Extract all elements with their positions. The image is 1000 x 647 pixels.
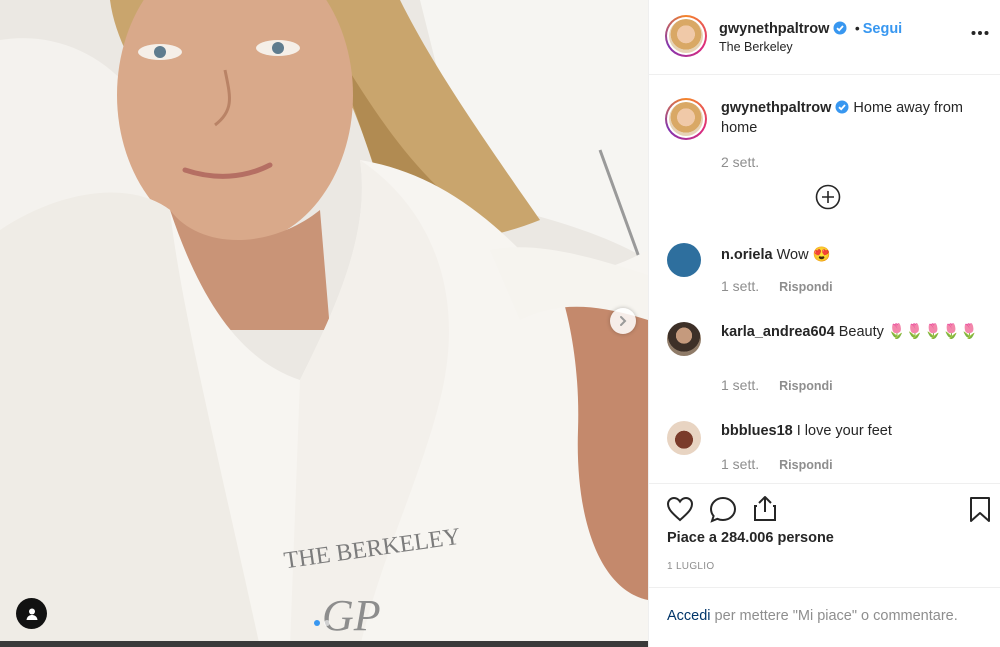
comment-avatar[interactable]	[667, 421, 701, 455]
header-separator: •	[854, 20, 860, 36]
login-prompt-text: per mettere "Mi piace" o commentare.	[710, 608, 958, 624]
comment-meta: 1 sett. Rispondi	[721, 377, 833, 393]
likes-count[interactable]: Piace a 284.006 persone	[667, 530, 834, 546]
caption-author-avatar[interactable]	[665, 98, 707, 140]
comment-meta: 1 sett. Rispondi	[721, 278, 833, 294]
post-header: gwynethpaltrow • Segui The Berkeley	[649, 0, 1000, 75]
comment-time[interactable]: 1 sett.	[721, 456, 759, 472]
comment-row: n.oriela Wow 😍 1 sett. Rispondi	[667, 243, 987, 303]
post-actions: Piace a 284.006 persone 1 LUGLIO Accedi …	[649, 483, 1000, 647]
carousel-dot	[324, 620, 330, 626]
comment-icon[interactable]	[709, 496, 737, 524]
login-link[interactable]: Accedi	[667, 608, 711, 624]
follow-button[interactable]: Segui	[863, 21, 902, 37]
carousel-dot-active	[314, 620, 320, 626]
photo-illustration: THE BERKELEY GP	[0, 0, 648, 647]
comment-username[interactable]: bbblues18	[721, 423, 793, 439]
author-username[interactable]: gwynethpaltrow	[719, 21, 829, 37]
verified-icon	[833, 21, 847, 35]
carousel-dots	[314, 620, 330, 626]
robe-monogram: GP	[322, 591, 381, 640]
comment-text-block: bbblues18 I love your feet	[721, 421, 983, 441]
reply-button[interactable]: Rispondi	[779, 280, 832, 294]
comment-meta: 1 sett. Rispondi	[721, 456, 833, 472]
reply-button[interactable]: Rispondi	[779, 379, 832, 393]
comment-row: bbblues18 I love your feet 1 sett. Rispon…	[667, 421, 987, 481]
comment-text-block: n.oriela Wow 😍	[721, 245, 983, 265]
caption-author[interactable]: gwynethpaltrow	[721, 100, 831, 116]
comment-text: I love your feet	[796, 423, 892, 439]
comment-time[interactable]: 1 sett.	[721, 377, 759, 393]
caption-row: gwynethpaltrow Home away from home 2 set…	[665, 98, 987, 198]
user-tag-icon	[26, 608, 37, 620]
load-more-icon[interactable]	[815, 184, 841, 210]
caption-time[interactable]: 2 sett.	[721, 154, 759, 170]
post-location[interactable]: The Berkeley	[719, 40, 793, 54]
comment-avatar[interactable]	[667, 243, 701, 277]
comment-username[interactable]: n.oriela	[721, 247, 773, 263]
comment-text-block: karla_andrea604 Beauty 🌷🌷🌷🌷🌷	[721, 322, 983, 342]
comment-username[interactable]: karla_andrea604	[721, 324, 835, 340]
user-tags-button[interactable]	[16, 598, 47, 629]
comment-time[interactable]: 1 sett.	[721, 278, 759, 294]
login-prompt: Accedi per mettere "Mi piace" o commenta…	[649, 587, 1000, 647]
verified-icon	[835, 100, 849, 114]
next-arrow-icon	[620, 316, 627, 326]
post-photo[interactable]: THE BERKELEY GP	[0, 0, 648, 647]
comment-text: Beauty 🌷🌷🌷🌷🌷	[838, 324, 979, 340]
reply-button[interactable]: Rispondi	[779, 458, 832, 472]
bookmark-icon[interactable]	[969, 496, 991, 523]
comments-list: gwynethpaltrow Home away from home 2 set…	[649, 75, 1000, 483]
author-avatar[interactable]	[665, 15, 707, 57]
photo-bottom-edge	[0, 641, 648, 647]
more-icon[interactable]	[971, 30, 989, 36]
post-side-panel: gwynethpaltrow • Segui The Berkeley gwyne…	[648, 0, 1000, 647]
share-icon[interactable]	[752, 494, 778, 522]
comment-avatar[interactable]	[667, 322, 701, 356]
comment-row: karla_andrea604 Beauty 🌷🌷🌷🌷🌷 1 sett. Risp…	[667, 322, 987, 402]
heart-icon[interactable]	[666, 496, 694, 522]
post-date: 1 LUGLIO	[667, 561, 715, 572]
comment-text: Wow 😍	[776, 247, 831, 263]
caption-text-block: gwynethpaltrow Home away from home	[721, 98, 983, 138]
next-photo-button[interactable]	[610, 308, 636, 334]
